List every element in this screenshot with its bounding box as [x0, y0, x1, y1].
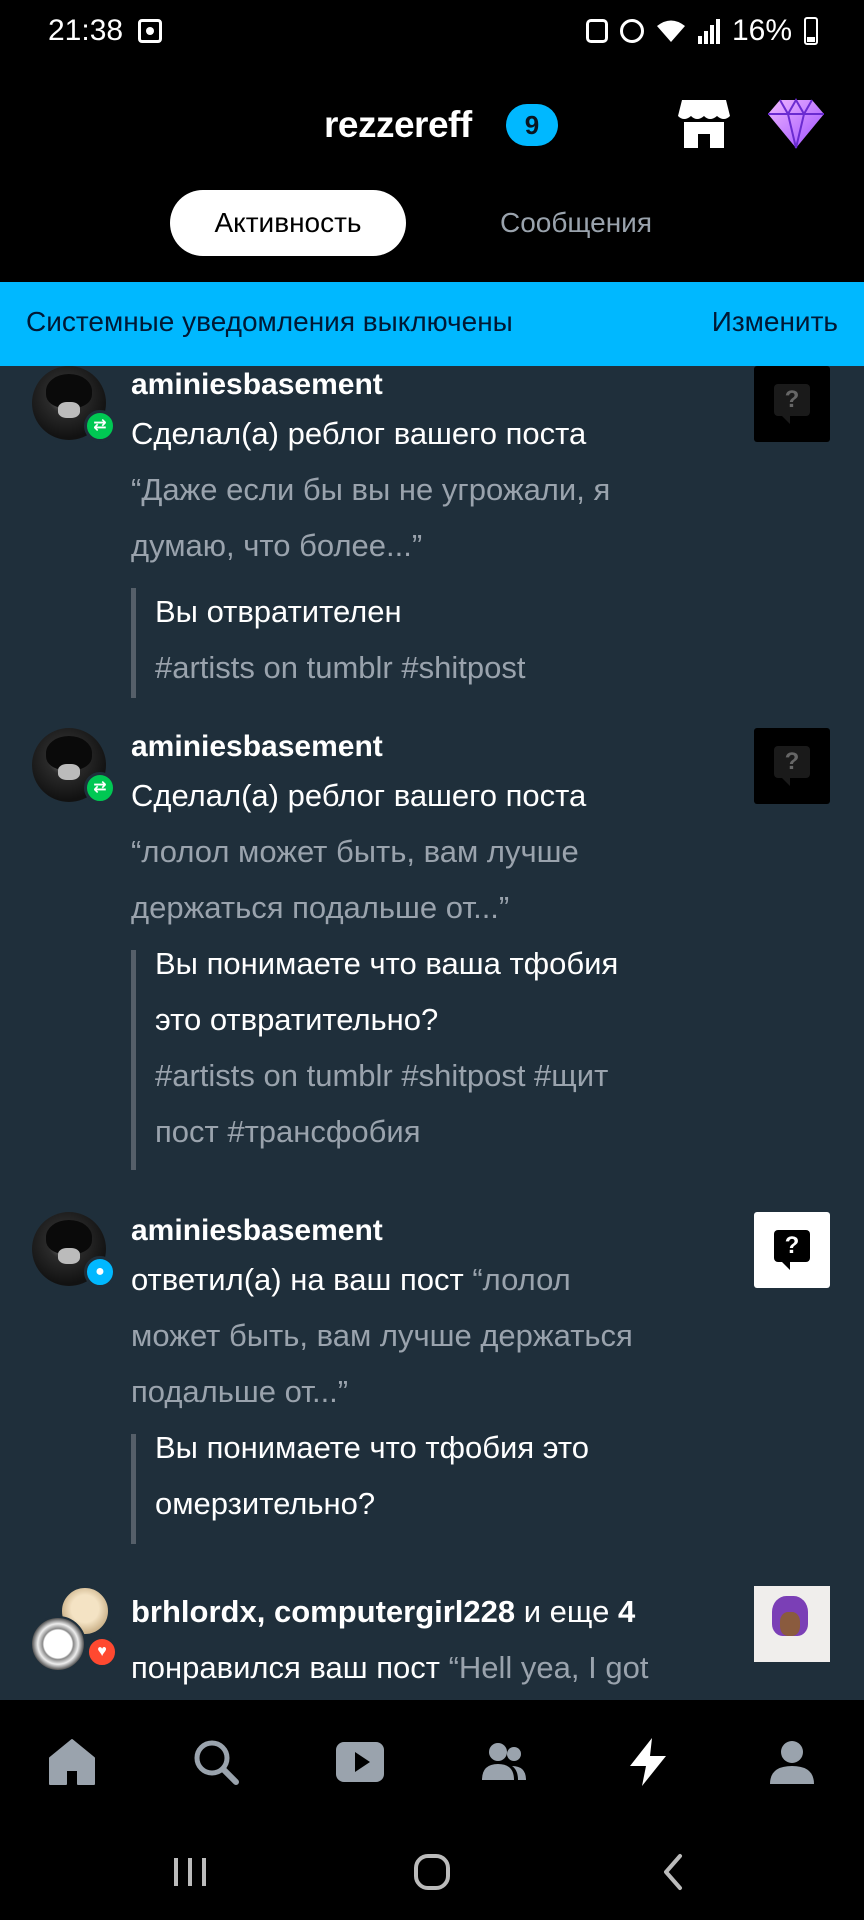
reply-icon: ●: [84, 1256, 116, 1288]
post-excerpt: “лолол: [463, 1262, 571, 1297]
tab-messages[interactable]: Сообщения: [470, 190, 682, 256]
quote-bar: [131, 588, 136, 698]
status-icons: 16%: [585, 14, 818, 48]
action-text: ответил(а) на ваш пост “лолол: [131, 1262, 571, 1298]
unread-badge: 9: [506, 104, 558, 146]
blog-name[interactable]: rezzereff: [324, 104, 472, 146]
more-count: 4: [617, 1594, 636, 1629]
and-more: и еще: [515, 1594, 618, 1629]
home-icon[interactable]: [46, 1736, 98, 1788]
shop-icon[interactable]: [678, 96, 730, 150]
likers-line[interactable]: brhlordx, computergirl228 и еще 4: [131, 1594, 635, 1630]
activity-icon[interactable]: [622, 1736, 674, 1788]
reblog-comment: Вы понимаете что ваша тфобия: [155, 946, 619, 981]
action-text: Сделал(а) реблог вашего поста: [131, 416, 587, 451]
action-text: Сделал(а) реблог вашего поста: [131, 778, 587, 813]
post-excerpt: “Hell yea, I got: [439, 1650, 649, 1685]
post-excerpt: “Даже если бы вы не угрожали, я: [131, 472, 611, 507]
post-thumbnail[interactable]: [754, 1586, 830, 1662]
battery-percent: 16%: [731, 14, 792, 47]
post-thumbnail[interactable]: ?: [754, 728, 830, 804]
question-bubble-icon: ?: [774, 384, 810, 424]
banner-text: Системные уведомления выключены: [26, 306, 513, 337]
home-button-icon[interactable]: [410, 1850, 454, 1894]
status-bar: 21:38 16%: [0, 0, 864, 64]
system-navigation: [0, 1822, 864, 1920]
reblog-tags: #artists on tumblr #shitpost: [155, 650, 526, 685]
post-excerpt: “лолол может быть, вам лучше: [131, 834, 579, 869]
search-icon[interactable]: [190, 1736, 242, 1788]
avatar: [30, 1616, 86, 1672]
video-icon[interactable]: [334, 1736, 386, 1788]
gem-icon[interactable]: [766, 96, 826, 150]
reblog-tags: #artists on tumblr #shitpost #щит: [155, 1058, 609, 1093]
battery-icon: [804, 17, 818, 45]
action-prefix: ответил(а) на ваш пост: [131, 1262, 464, 1297]
post-thumbnail[interactable]: ?: [754, 1212, 830, 1288]
quote-bar: [131, 950, 136, 1170]
banner-change-link[interactable]: Изменить: [712, 306, 838, 338]
bottom-navigation: [0, 1700, 864, 1822]
reblog-comment: это отвратительно?: [155, 1002, 439, 1037]
alarm-icon: [619, 19, 644, 43]
reblog-icon: ⇄: [84, 410, 116, 442]
reblog-tags: пост #трансфобия: [155, 1114, 421, 1149]
account-icon[interactable]: [766, 1736, 818, 1788]
notifications-off-banner: Системные уведомления выключены Изменить: [0, 282, 864, 366]
tab-activity[interactable]: Активность: [170, 190, 406, 256]
username[interactable]: aminiesbasement: [131, 368, 383, 402]
quote-bar: [131, 1434, 136, 1544]
communities-icon[interactable]: [478, 1736, 530, 1788]
username[interactable]: aminiesbasement: [131, 1214, 383, 1248]
question-bubble-icon: ?: [774, 746, 810, 786]
action-text: понравился ваш пост “Hell yea, I got: [131, 1650, 648, 1686]
wifi-icon: [656, 18, 686, 44]
question-bubble-icon: ?: [774, 1230, 810, 1270]
signal-icon: [697, 18, 720, 44]
heart-icon: ♥: [86, 1636, 118, 1668]
post-excerpt: держаться подальше от...”: [131, 890, 510, 925]
activity-feed[interactable]: ⇄ aminiesbasement Сделал(а) реблог вашег…: [0, 366, 864, 1700]
post-excerpt: думаю, что более...”: [131, 528, 423, 563]
post-excerpt: подальше от...”: [131, 1374, 349, 1409]
activity-header: rezzereff 9 Активность Сообщения: [0, 64, 864, 282]
reply-text: Вы понимаете что тфобия это: [155, 1430, 589, 1465]
recent-apps-icon[interactable]: [168, 1850, 212, 1894]
action-prefix: понравился ваш пост: [131, 1650, 440, 1685]
usernames[interactable]: brhlordx, computergirl228: [131, 1594, 515, 1629]
post-excerpt: может быть, вам лучше держаться: [131, 1318, 633, 1353]
status-time: 21:38: [48, 14, 124, 47]
reblog-comment: Вы отвратителен: [155, 594, 402, 629]
back-icon[interactable]: [652, 1850, 696, 1894]
username[interactable]: aminiesbasement: [131, 730, 383, 764]
recycle-icon: [585, 19, 608, 43]
post-thumbnail[interactable]: ?: [754, 366, 830, 442]
reply-text: омерзительно?: [155, 1486, 376, 1521]
screenshot-notification-icon: [138, 19, 162, 43]
reblog-icon: ⇄: [84, 772, 116, 804]
